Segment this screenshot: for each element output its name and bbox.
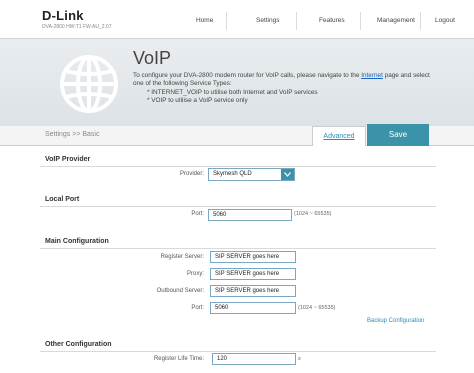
nav-divider: [296, 12, 297, 30]
section-title-voip-provider: VoIP Provider: [45, 156, 91, 163]
breadcrumb: Settings >> Basic: [45, 131, 100, 138]
section-divider: [40, 248, 436, 249]
nav-management[interactable]: Management: [377, 17, 415, 24]
section-title-other-configuration: Other Configuration: [45, 341, 112, 348]
outbound-server-label: Outbound Server:: [156, 288, 204, 294]
model-firmware-info: DVA-2800 HW:T1 FW:AU_2.07: [42, 24, 112, 30]
section-title-local-port: Local Port: [45, 196, 80, 203]
local-port-range: (1024 ~ 65535): [294, 211, 332, 217]
service-type-list: * INTERNET_VOIP to utilise both Internet…: [147, 89, 318, 106]
main-port-label: Port:: [191, 305, 204, 311]
local-port-label: Port:: [191, 211, 204, 217]
register-server-input[interactable]: SIP SERVER goes here: [210, 251, 296, 263]
advanced-tab[interactable]: Advanced: [312, 126, 366, 146]
service-type-item: * VOIP to utilise a VoIP service only: [147, 97, 248, 105]
nav-logout[interactable]: Logout: [435, 17, 455, 24]
nav-home[interactable]: Home: [196, 17, 213, 24]
register-life-time-unit: s: [298, 356, 301, 362]
register-life-time-input[interactable]: 120: [212, 353, 296, 365]
provider-selected-value: Skymesh QLD: [213, 171, 252, 177]
nav-features[interactable]: Features: [319, 17, 345, 24]
main-port-range: (1024 ~ 65535): [298, 305, 336, 311]
service-type-item: * INTERNET_VOIP to utilise both Internet…: [147, 89, 318, 96]
dlink-logo: D-Link: [42, 8, 84, 23]
chevron-down-icon[interactable]: [281, 169, 294, 180]
section-title-main-configuration: Main Configuration: [45, 238, 109, 245]
section-divider: [40, 206, 436, 207]
register-life-time-label: Register Life Time:: [153, 356, 204, 362]
nav-divider: [226, 12, 227, 30]
outbound-server-input[interactable]: SIP SERVER goes here: [210, 285, 296, 297]
page-title: VoIP: [133, 48, 172, 68]
local-port-input[interactable]: 5060: [208, 209, 292, 221]
nav-settings[interactable]: Settings: [256, 17, 280, 24]
description-text: To configure your DVA-2800 modem router …: [133, 72, 362, 79]
section-divider: [40, 351, 436, 352]
proxy-label: Proxy:: [186, 271, 204, 277]
provider-select[interactable]: Skymesh QLD: [208, 168, 295, 181]
globe-icon: [58, 53, 120, 115]
section-divider: [40, 166, 436, 167]
main-port-input[interactable]: 5060: [210, 302, 296, 314]
register-server-label: Register Server:: [160, 254, 204, 260]
page-description: To configure your DVA-2800 modem router …: [133, 72, 433, 89]
proxy-input[interactable]: SIP SERVER goes here: [210, 268, 296, 280]
top-navigation: D-Link DVA-2800 HW:T1 FW:AU_2.07 Home Se…: [0, 0, 474, 38]
nav-divider: [420, 12, 421, 30]
nav-divider: [360, 12, 361, 30]
backup-configuration-link[interactable]: Backup Configuration: [367, 318, 424, 324]
save-button[interactable]: Save: [367, 124, 429, 146]
provider-label: Provider:: [179, 171, 204, 177]
internet-link[interactable]: Internet: [361, 72, 383, 79]
page-header-banner: VoIP To configure your DVA-2800 modem ro…: [0, 38, 474, 126]
